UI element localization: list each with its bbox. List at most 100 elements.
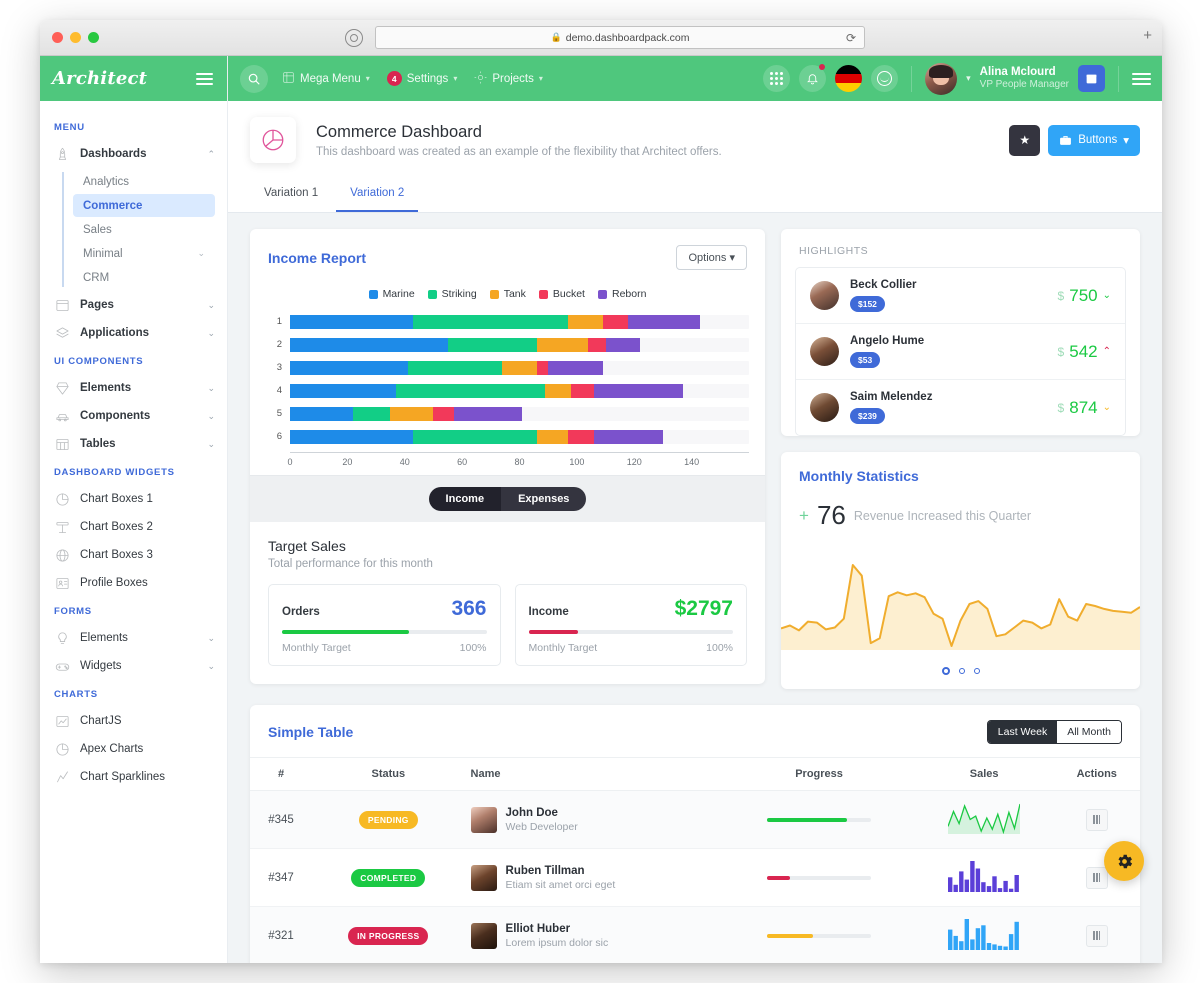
sales-sparkline-line [947, 803, 1021, 835]
sidebar-item-apex-charts[interactable]: Apex Charts [40, 735, 227, 763]
calendar-icon[interactable] [1078, 65, 1105, 92]
sales-sparkline-bars [948, 861, 1020, 892]
table-row[interactable]: #347 COMPLETED Ruben Tillman Etiam sit a… [250, 848, 1140, 907]
bar-segment-bucket [536, 360, 549, 375]
sidebar-subitem-crm[interactable]: CRM [73, 266, 215, 289]
legend-item-reborn[interactable]: Reborn [597, 288, 646, 300]
sidebar-item-chart-boxes-2[interactable]: Chart Boxes 2 [40, 513, 227, 541]
address-bar[interactable]: 🔒 demo.dashboardpack.com ⟳ [375, 26, 865, 49]
sidebar-item-label: Widgets [80, 660, 122, 672]
carousel-dots [781, 655, 1140, 689]
hamburger-icon[interactable] [1132, 72, 1151, 85]
table-row[interactable]: #345 PENDING John Doe Web Developer [250, 790, 1140, 849]
chevron-down-icon[interactable]: ⌄ [1103, 290, 1111, 301]
sidebar-collapse-button[interactable] [196, 72, 213, 85]
range-all-month[interactable]: All Month [1057, 721, 1121, 743]
sidebar-item-label: Chart Boxes 3 [80, 549, 153, 561]
sidebar-item-profile-boxes[interactable]: Profile Boxes [40, 569, 227, 597]
sidebar-subitem-minimal[interactable]: Minimal ⌄ [73, 242, 215, 265]
left-column: Income Report Options ▾ Marine Striking … [250, 229, 765, 684]
bell-icon[interactable] [799, 64, 827, 92]
favorite-button[interactable]: ★ [1009, 124, 1041, 156]
chevron-down-icon[interactable]: ▾ [966, 73, 971, 84]
sidebar-subitem-sales[interactable]: Sales [73, 218, 215, 241]
sales-sparkline-bars [948, 919, 1020, 950]
highlights-title: HIGHLIGHTS [799, 245, 869, 257]
new-tab-button[interactable]: + [1143, 28, 1152, 43]
bar-category-label: 6 [276, 431, 282, 442]
kpi-progress-bar [528, 630, 733, 634]
bar-track [290, 406, 749, 421]
sidebar-item-pages[interactable]: Pages ⌄ [40, 291, 227, 319]
close-window-button[interactable] [52, 32, 63, 43]
bar-segment-tank [536, 429, 569, 444]
toggle-expenses[interactable]: Expenses [501, 487, 587, 511]
sidebar-item-elements[interactable]: Elements ⌄ [40, 624, 227, 652]
buttons-dropdown[interactable]: Buttons ▾ [1048, 124, 1140, 156]
chevron-up-icon[interactable]: ⌃ [1103, 346, 1111, 357]
window-controls[interactable] [40, 32, 99, 43]
brand-logo: Architect [52, 68, 148, 89]
sidebar-item-chart-boxes-3[interactable]: Chart Boxes 3 [40, 541, 227, 569]
carousel-dot[interactable] [941, 667, 950, 675]
chevron-down-icon: ▾ [1123, 135, 1129, 147]
sidebar-item-applications[interactable]: Applications ⌄ [40, 319, 227, 347]
sidebar-item-elements[interactable]: Elements ⌄ [40, 374, 227, 402]
sidebar-item-chart-sparklines[interactable]: Chart Sparklines [40, 763, 227, 791]
highlight-row[interactable]: Saim Melendez $239 $ 874 ⌄ [796, 380, 1125, 435]
sidebar-subitem-commerce[interactable]: Commerce [73, 194, 215, 217]
row-actions-button[interactable] [1085, 866, 1108, 889]
highlight-row[interactable]: Beck Collier $152 $ 750 ⌄ [796, 268, 1125, 324]
sidebar-heading-charts: CHARTS [54, 689, 98, 700]
flag-germany-icon[interactable] [835, 65, 863, 92]
sidebar-item-widgets[interactable]: Widgets ⌄ [40, 652, 227, 680]
sidebar-item-dashboards[interactable]: Dashboards ⌃ [40, 140, 227, 168]
topnav-item-settings[interactable]: 4 Settings ▾ [386, 71, 457, 86]
shield-icon[interactable] [345, 29, 363, 47]
smiley-icon[interactable] [871, 65, 899, 92]
sidebar-item-chart-boxes-1[interactable]: Chart Boxes 1 [40, 485, 227, 513]
sidebar-subitem-analytics[interactable]: Analytics [73, 170, 215, 193]
chevron-down-icon[interactable]: ⌄ [1103, 402, 1111, 413]
minimize-window-button[interactable] [70, 32, 81, 43]
income-expenses-toggle: Income Expenses [428, 487, 587, 511]
maximize-window-button[interactable] [88, 32, 99, 43]
chevron-down-icon: ⌄ [207, 632, 215, 643]
simple-table-card: Simple Table Last Week All Month # Status N… [250, 705, 1140, 963]
highlight-row[interactable]: Angelo Hume $53 $ 542 ⌃ [796, 324, 1125, 380]
avatar [810, 281, 839, 310]
row-actions-button[interactable] [1085, 808, 1108, 831]
legend-item-bucket[interactable]: Bucket [538, 288, 585, 300]
x-tick-label: 40 [399, 457, 410, 467]
legend-item-striking[interactable]: Striking [427, 288, 477, 300]
settings-fab-button[interactable] [1104, 841, 1144, 881]
row-actions-button[interactable] [1085, 924, 1108, 947]
sidebar-item-label: Applications [80, 327, 150, 339]
chevron-up-icon: ⌃ [207, 148, 215, 159]
table-row[interactable]: #321 IN PROGRESS Elliot Huber Lorem ipsu… [250, 906, 1140, 963]
topnav-item-projects[interactable]: Projects ▾ [474, 71, 543, 87]
chevron-down-icon: ⌄ [207, 327, 215, 338]
topnav-item-mega-menu[interactable]: Mega Menu ▾ [282, 71, 370, 87]
range-last-week[interactable]: Last Week [987, 721, 1058, 743]
currency-symbol: $ [1057, 344, 1065, 359]
carousel-dot[interactable] [958, 668, 965, 674]
sidebar-item-components[interactable]: Components ⌄ [40, 402, 227, 430]
options-dropdown[interactable]: Options ▾ [676, 245, 747, 270]
sidebar-item-chartjs[interactable]: ChartJS [40, 707, 227, 735]
avatar[interactable] [925, 62, 958, 95]
legend-item-tank[interactable]: Tank [489, 288, 526, 300]
carousel-dot[interactable] [973, 668, 980, 674]
toggle-income[interactable]: Income [428, 487, 502, 511]
tab-variation-2[interactable]: Variation 2 [336, 179, 419, 212]
car-icon [54, 408, 71, 425]
highlights-card: HIGHLIGHTS Beck Collier $152 $ 750 ⌄ Ang… [781, 229, 1140, 436]
search-icon[interactable] [240, 64, 268, 93]
reload-icon[interactable]: ⟳ [846, 31, 856, 45]
apps-grid-icon[interactable] [763, 65, 791, 92]
tab-variation-1[interactable]: Variation 1 [250, 179, 332, 212]
legend-item-marine[interactable]: Marine [368, 288, 415, 300]
sidebar-item-tables[interactable]: Tables ⌄ [40, 430, 227, 458]
topnav-label: Projects [492, 72, 534, 85]
legend-label: Bucket [552, 288, 585, 300]
